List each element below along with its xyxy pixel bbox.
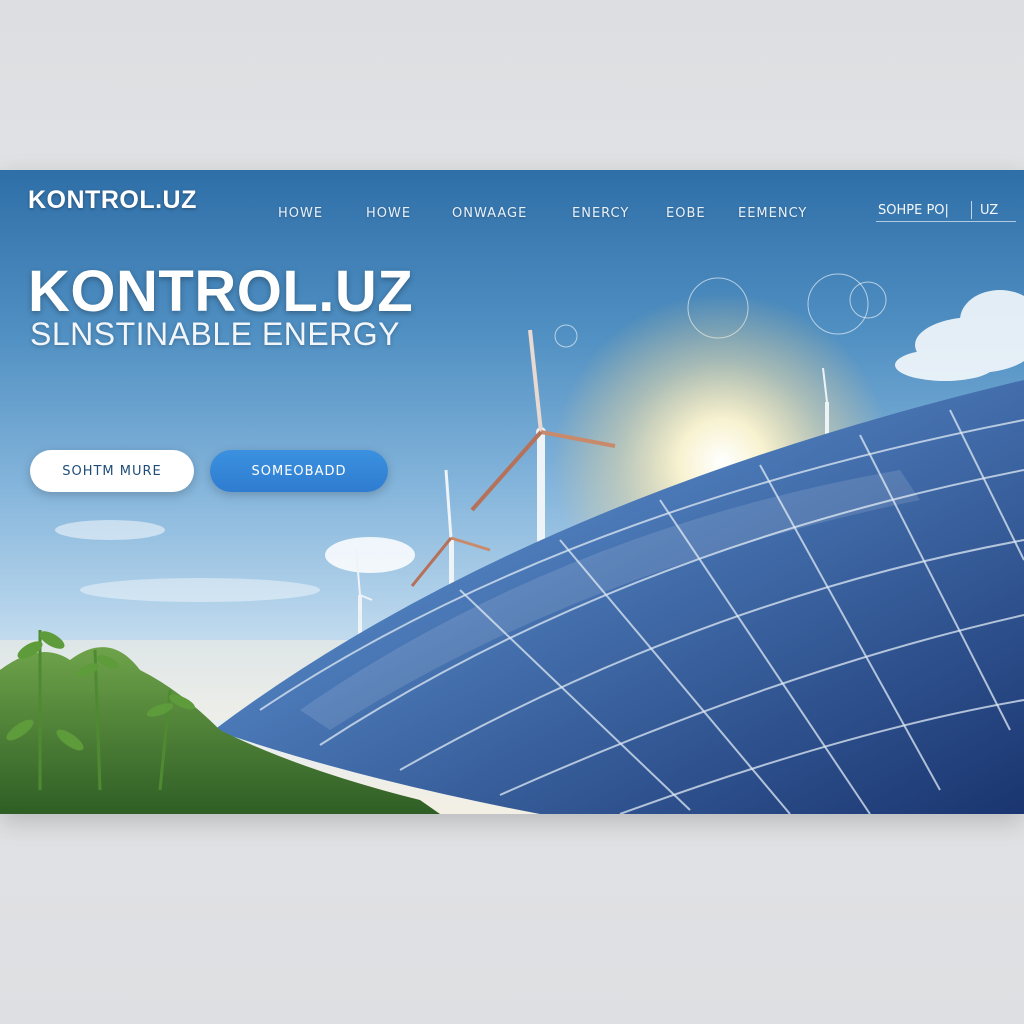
secondary-cta-button[interactable]: SOMEOBADD [210,450,388,492]
nav-item-2[interactable]: HOWE [366,206,411,221]
hero-subtitle: SLNSTINABLE ENERGY [30,316,400,352]
nav-item-4[interactable]: ENERCY [572,206,629,221]
search-text: SOHPE PO| [878,203,949,218]
nav-item-5[interactable]: EOBE [666,206,706,221]
language-label[interactable]: UZ [980,203,998,218]
search-input[interactable]: SOHPE PO| UZ [876,199,1016,222]
divider [971,201,972,219]
primary-cta-button[interactable]: SOHTM MURE [30,450,194,492]
hero-title: KONTROL.UZ [28,259,414,324]
top-nav: HOWE HOWE ONWAAGE ENERCY EOBE EEMENCY [0,206,1024,226]
hero-banner: KONTROL.UZ HOWE HOWE ONWAAGE ENERCY EOBE… [0,170,1024,814]
nav-item-1[interactable]: HOWE [278,206,323,221]
nav-item-3[interactable]: ONWAAGE [452,206,527,221]
nav-item-6[interactable]: EEMENCY [738,206,807,221]
